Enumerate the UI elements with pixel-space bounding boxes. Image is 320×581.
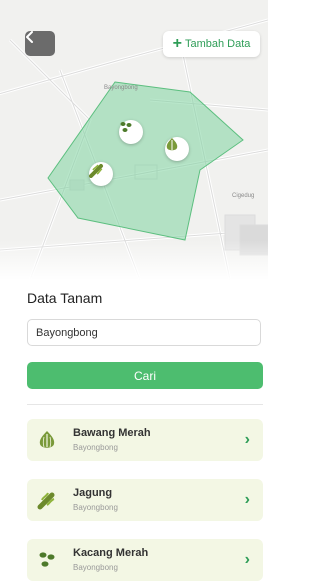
item-name: Bawang Merah <box>73 427 151 439</box>
back-button[interactable] <box>25 31 55 56</box>
chevron-right-icon: › <box>244 431 250 448</box>
list-item-kacang-merah[interactable]: Kacang Merah Bayongbong › <box>27 539 263 581</box>
bean-icon <box>35 548 59 572</box>
map-area-label: Bayongbong <box>104 85 138 91</box>
kacang-merah-marker[interactable] <box>119 120 143 144</box>
add-data-button[interactable]: + Tambah Data <box>163 31 260 57</box>
item-location: Bayongbong <box>73 443 118 452</box>
list-item-jagung[interactable]: Jagung Bayongbong › <box>27 479 263 521</box>
map-district-label: Cigedug <box>232 193 255 199</box>
list-item-bawang-merah[interactable]: Bawang Merah Bayongbong › <box>27 419 263 461</box>
chevron-right-icon: › <box>244 491 250 508</box>
onion-icon <box>166 138 178 151</box>
search-input[interactable] <box>27 319 261 346</box>
corn-icon <box>89 164 103 178</box>
onion-icon <box>35 428 59 452</box>
plus-icon: + <box>172 35 182 52</box>
divider <box>27 404 263 405</box>
bean-icon <box>120 122 132 132</box>
jagung-marker[interactable] <box>89 162 113 186</box>
item-name: Jagung <box>73 487 113 499</box>
chevron-left-icon <box>26 31 33 43</box>
add-data-label: Tambah Data <box>184 38 251 50</box>
map-view[interactable]: Bayongbong Cigedug + Tambah Data <box>0 0 268 280</box>
item-location: Bayongbong <box>73 503 118 512</box>
section-title: Data Tanam <box>27 290 103 306</box>
item-name: Kacang Merah <box>73 547 149 559</box>
corn-icon <box>35 488 59 512</box>
item-location: Bayongbong <box>73 563 118 572</box>
chevron-right-icon: › <box>244 551 250 568</box>
bawang-merah-marker[interactable] <box>165 137 189 161</box>
search-button[interactable]: Cari <box>27 362 263 389</box>
